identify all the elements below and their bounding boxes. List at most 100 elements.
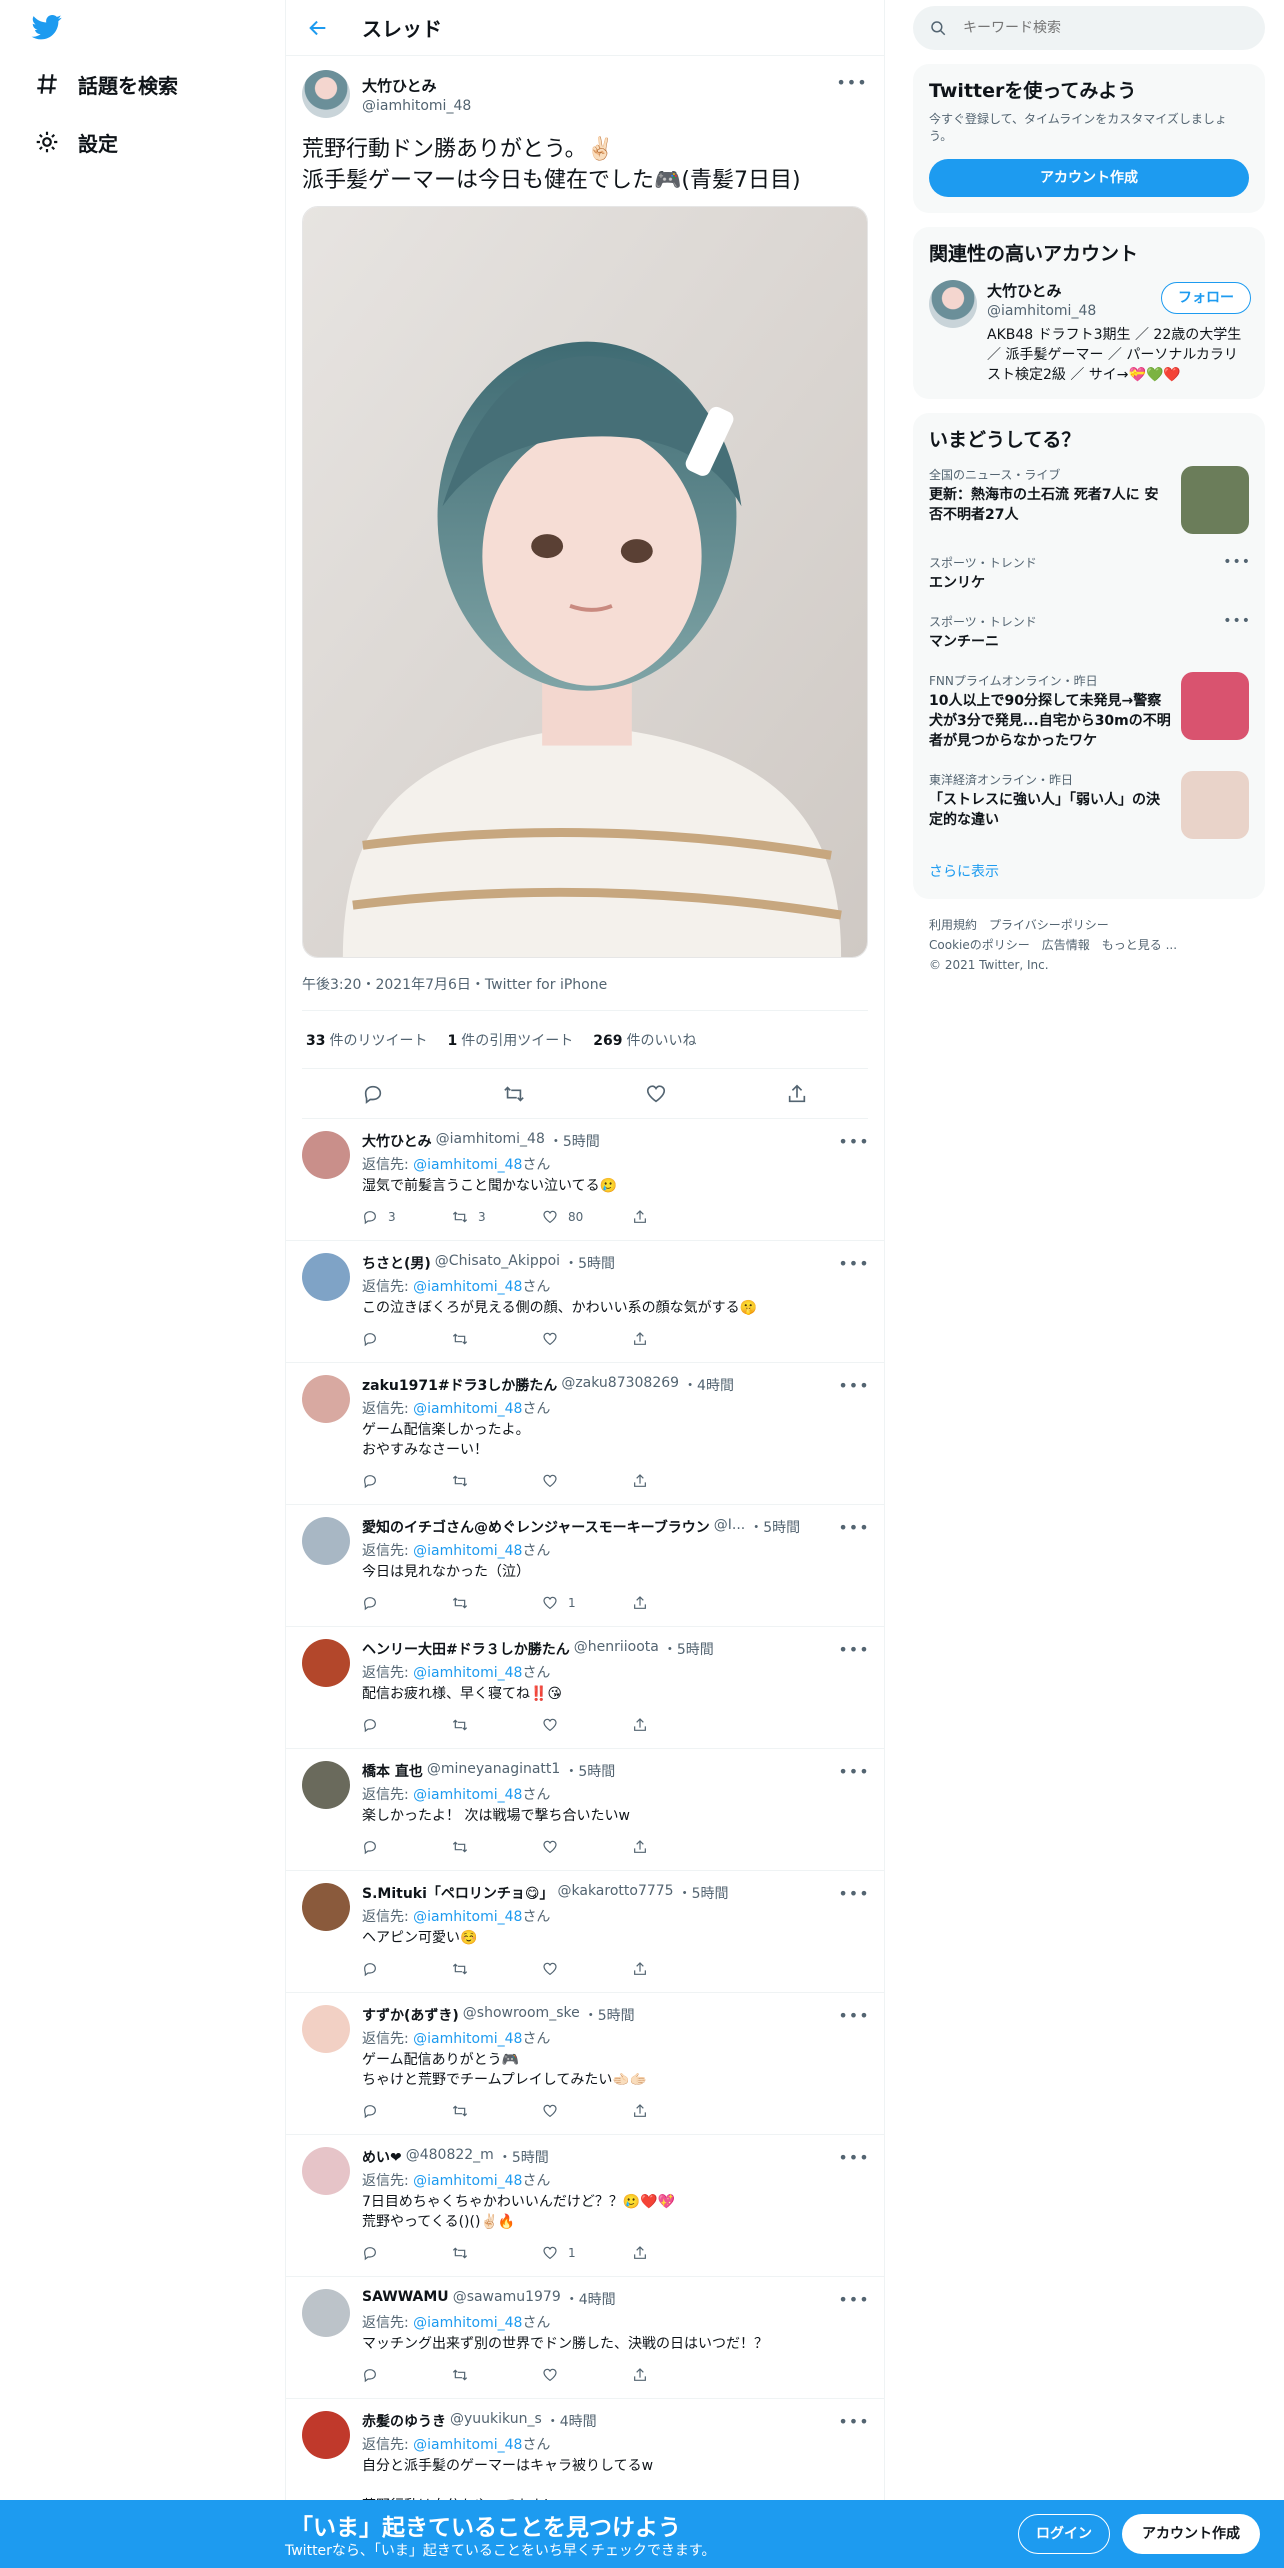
twitter-logo-icon[interactable] bbox=[30, 12, 64, 42]
follow-button[interactable]: フォロー bbox=[1161, 282, 1251, 314]
reply-to-handle[interactable]: @iamhitomi_48 bbox=[413, 1665, 522, 1681]
reply-author-handle[interactable]: @zaku87308269 bbox=[561, 1375, 679, 1395]
reply-to-handle[interactable]: @iamhitomi_48 bbox=[413, 1157, 522, 1173]
reply-icon[interactable] bbox=[362, 2103, 452, 2119]
share-icon[interactable] bbox=[780, 1077, 814, 1111]
reply-to-handle[interactable]: @iamhitomi_48 bbox=[413, 2173, 522, 2189]
more-options-icon[interactable]: ••• bbox=[838, 2409, 868, 2433]
like-icon[interactable]: 1 bbox=[542, 2245, 632, 2261]
retweet-icon[interactable] bbox=[452, 2367, 542, 2383]
retweet-icon[interactable] bbox=[452, 1595, 542, 1611]
author-name[interactable]: 大竹ひとみ bbox=[362, 75, 471, 96]
reply-time[interactable]: ・4時間 bbox=[565, 2289, 616, 2309]
share-icon[interactable] bbox=[632, 1839, 722, 1855]
more-options-icon[interactable]: ••• bbox=[838, 1251, 868, 1275]
more-options-icon[interactable]: ••• bbox=[838, 1637, 868, 1661]
retweet-icon[interactable] bbox=[452, 1331, 542, 1347]
reply-to-handle[interactable]: @iamhitomi_48 bbox=[413, 2315, 522, 2331]
reply-author-handle[interactable]: @Chisato_Akippoi bbox=[435, 1253, 560, 1273]
avatar[interactable] bbox=[302, 70, 350, 118]
reply-time[interactable]: ・4時間 bbox=[683, 1375, 734, 1395]
avatar[interactable] bbox=[302, 2005, 350, 2053]
reply-tweet[interactable]: SAWWAMU @sawamu1979 ・4時間 返信先: @iamhitomi_48… bbox=[286, 2277, 884, 2399]
reply-icon[interactable] bbox=[362, 1717, 452, 1733]
reply-tweet[interactable]: S.Mituki「ペロリンチョ😋」 @kakarotto7775 ・5時間 返信先: … bbox=[286, 1871, 884, 1993]
reply-time[interactable]: ・5時間 bbox=[564, 1253, 615, 1273]
avatar[interactable] bbox=[302, 1131, 350, 1179]
reply-time[interactable]: ・5時間 bbox=[564, 1761, 615, 1781]
reply-author-name[interactable]: ちさと(男) bbox=[362, 1253, 431, 1273]
reply-to-handle[interactable]: @iamhitomi_48 bbox=[413, 2031, 522, 2047]
avatar[interactable] bbox=[302, 1375, 350, 1423]
share-icon[interactable] bbox=[632, 1595, 722, 1611]
retweet-icon[interactable] bbox=[452, 1839, 542, 1855]
avatar[interactable] bbox=[302, 2289, 350, 2337]
reply-author-handle[interactable]: @showroom_ske bbox=[463, 2005, 580, 2025]
like-icon[interactable]: 80 bbox=[542, 1209, 632, 1225]
more-options-icon[interactable]: ••• bbox=[838, 2145, 868, 2169]
reply-icon[interactable] bbox=[362, 1961, 452, 1977]
more-options-icon[interactable]: ••• bbox=[838, 1515, 868, 1539]
more-options-icon[interactable]: ••• bbox=[1223, 554, 1251, 570]
avatar[interactable] bbox=[302, 1761, 350, 1809]
more-options-icon[interactable]: ••• bbox=[838, 1881, 868, 1905]
likes-stat[interactable]: 269 件のいいね bbox=[593, 1030, 696, 1050]
share-icon[interactable] bbox=[632, 1717, 722, 1733]
reply-time[interactable]: ・5時間 bbox=[663, 1639, 714, 1659]
search-input[interactable] bbox=[963, 20, 1213, 36]
reply-icon[interactable] bbox=[362, 1331, 452, 1347]
nav-explore[interactable]: 話題を検索 bbox=[34, 64, 178, 104]
reply-icon[interactable] bbox=[362, 1473, 452, 1489]
reply-tweet[interactable]: 愛知のイチゴさん@めぐレンジャースモーキーブラウン @I... ・5時間 返信先: @… bbox=[286, 1505, 884, 1627]
reply-to-handle[interactable]: @iamhitomi_48 bbox=[413, 1401, 522, 1417]
reply-author-name[interactable]: SAWWAMU bbox=[362, 2289, 449, 2309]
reply-author-handle[interactable]: @480822_m bbox=[406, 2147, 494, 2167]
reply-tweet[interactable]: ちさと(男) @Chisato_Akippoi ・5時間 返信先: @iamhitom… bbox=[286, 1241, 884, 1363]
reply-tweet[interactable]: zaku1971#ドラ3しか勝たん @zaku87308269 ・4時間 返信先: @… bbox=[286, 1363, 884, 1505]
like-icon[interactable] bbox=[542, 2367, 632, 2383]
reply-icon[interactable] bbox=[362, 2367, 452, 2383]
more-options-icon[interactable]: ••• bbox=[838, 2287, 868, 2311]
author-handle[interactable]: @iamhitomi_48 bbox=[362, 98, 471, 114]
retweet-icon[interactable] bbox=[452, 1717, 542, 1733]
privacy-link[interactable]: プライバシーポリシー bbox=[989, 918, 1109, 932]
trend-item[interactable]: FNNプライムオンライン・昨日 10人以上で90分探して未発見→警察犬が3分で発見… bbox=[913, 662, 1265, 761]
create-account-button[interactable]: アカウント作成 bbox=[929, 159, 1249, 197]
reply-tweet[interactable]: 大竹ひとみ @iamhitomi_48 ・5時間 返信先: @iamhitomi_48… bbox=[286, 1119, 884, 1241]
reply-author-name[interactable]: 愛知のイチゴさん@めぐレンジャースモーキーブラウン bbox=[362, 1517, 710, 1537]
avatar[interactable] bbox=[929, 280, 977, 328]
avatar[interactable] bbox=[302, 1883, 350, 1931]
reply-icon[interactable] bbox=[362, 1595, 452, 1611]
more-options-icon[interactable]: ••• bbox=[838, 1759, 868, 1783]
avatar[interactable] bbox=[302, 2411, 350, 2459]
more-options-icon[interactable]: ••• bbox=[838, 1373, 868, 1397]
reply-time[interactable]: ・5時間 bbox=[549, 1131, 600, 1151]
reply-author-name[interactable]: 赤髪のゆうき bbox=[362, 2411, 446, 2431]
more-options-icon[interactable]: ••• bbox=[1223, 613, 1251, 629]
reply-author-handle[interactable]: @kakarotto7775 bbox=[558, 1883, 674, 1903]
quotes-stat[interactable]: 1 件の引用ツイート bbox=[447, 1030, 573, 1050]
reply-to-handle[interactable]: @iamhitomi_48 bbox=[413, 1909, 522, 1925]
reply-time[interactable]: ・5時間 bbox=[678, 1883, 729, 1903]
reply-author-name[interactable]: zaku1971#ドラ3しか勝たん bbox=[362, 1375, 557, 1395]
more-link[interactable]: もっと見る ... bbox=[1102, 938, 1177, 952]
share-icon[interactable] bbox=[632, 2367, 722, 2383]
retweet-icon[interactable]: 3 bbox=[452, 1209, 542, 1225]
retweet-icon[interactable] bbox=[452, 2245, 542, 2261]
back-arrow-icon[interactable] bbox=[304, 14, 332, 42]
reply-author-name[interactable]: ヘンリー大田#ドラ３しか勝たん bbox=[362, 1639, 570, 1659]
reply-author-handle[interactable]: @yuukikun_s bbox=[450, 2411, 542, 2431]
reply-author-name[interactable]: すずか(あずき) bbox=[362, 2005, 459, 2025]
reply-author-handle[interactable]: @sawamu1979 bbox=[453, 2289, 561, 2309]
tweet-photo[interactable] bbox=[302, 206, 868, 958]
signup-button[interactable]: アカウント作成 bbox=[1122, 2514, 1260, 2554]
trend-item[interactable]: スポーツ・トレンド マンチーニ ••• bbox=[913, 603, 1265, 662]
share-icon[interactable] bbox=[632, 2245, 722, 2261]
like-icon[interactable] bbox=[542, 1331, 632, 1347]
reply-icon[interactable] bbox=[362, 1839, 452, 1855]
reply-author-handle[interactable]: @I... bbox=[714, 1517, 745, 1537]
reply-author-handle[interactable]: @mineyanaginatt1 bbox=[427, 1761, 560, 1781]
reply-time[interactable]: ・5時間 bbox=[498, 2147, 549, 2167]
trend-item[interactable]: 東洋経済オンライン・昨日 「ストレスに強い人」「弱い人」の決定的な違い bbox=[913, 761, 1265, 849]
reply-author-name[interactable]: めい❤ bbox=[362, 2147, 402, 2167]
